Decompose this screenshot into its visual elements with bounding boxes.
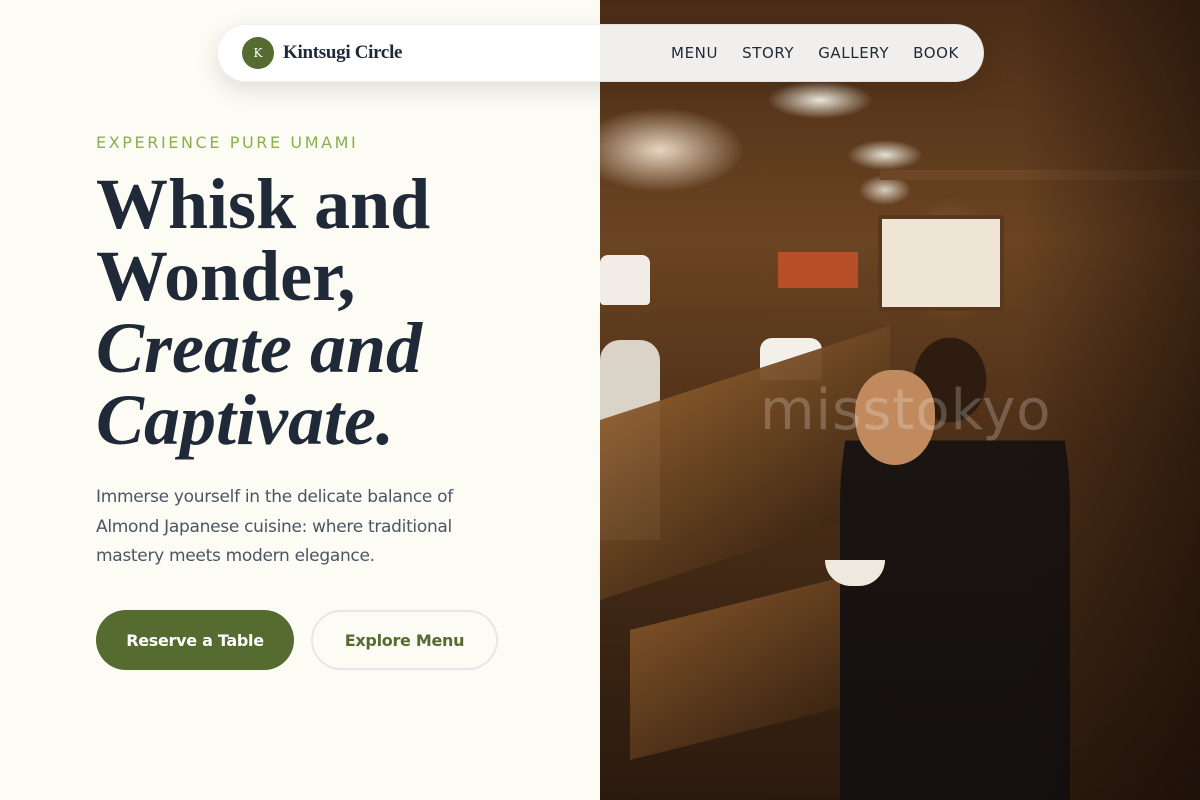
photo-watermark: misstokyo xyxy=(760,378,1052,443)
nav-link-gallery[interactable]: GALLERY xyxy=(818,44,889,62)
hero-photo: misstokyo xyxy=(600,0,1200,800)
nav-link-menu[interactable]: MENU xyxy=(671,44,718,62)
brand-logo-icon: K xyxy=(242,37,274,69)
headline-line-2: Wonder, xyxy=(96,236,356,316)
hero-description: Immerse yourself in the delicate balance… xyxy=(96,487,453,566)
explore-menu-button[interactable]: Explore Menu xyxy=(311,610,498,670)
hero-eyebrow: EXPERIENCE PURE UMAMI xyxy=(96,133,359,152)
hero-headline: Whisk and Wonder, Create and Captivate. xyxy=(96,168,576,456)
reserve-table-button[interactable]: Reserve a Table xyxy=(96,610,294,670)
nav-links: MENU STORY GALLERY BOOK xyxy=(671,44,959,62)
headline-line-1: Whisk and xyxy=(96,164,431,244)
headline-line-3: Create and xyxy=(96,308,423,388)
headline-line-4: Captivate. xyxy=(96,380,394,460)
nav-link-book[interactable]: BOOK xyxy=(913,44,959,62)
brand-name: Kintsugi Circle xyxy=(283,42,403,63)
nav-link-story[interactable]: STORY xyxy=(742,44,794,62)
brand[interactable]: K Kintsugi Circle xyxy=(242,37,402,69)
top-navigation: K Kintsugi Circle MENU STORY GALLERY BOO… xyxy=(217,24,984,82)
